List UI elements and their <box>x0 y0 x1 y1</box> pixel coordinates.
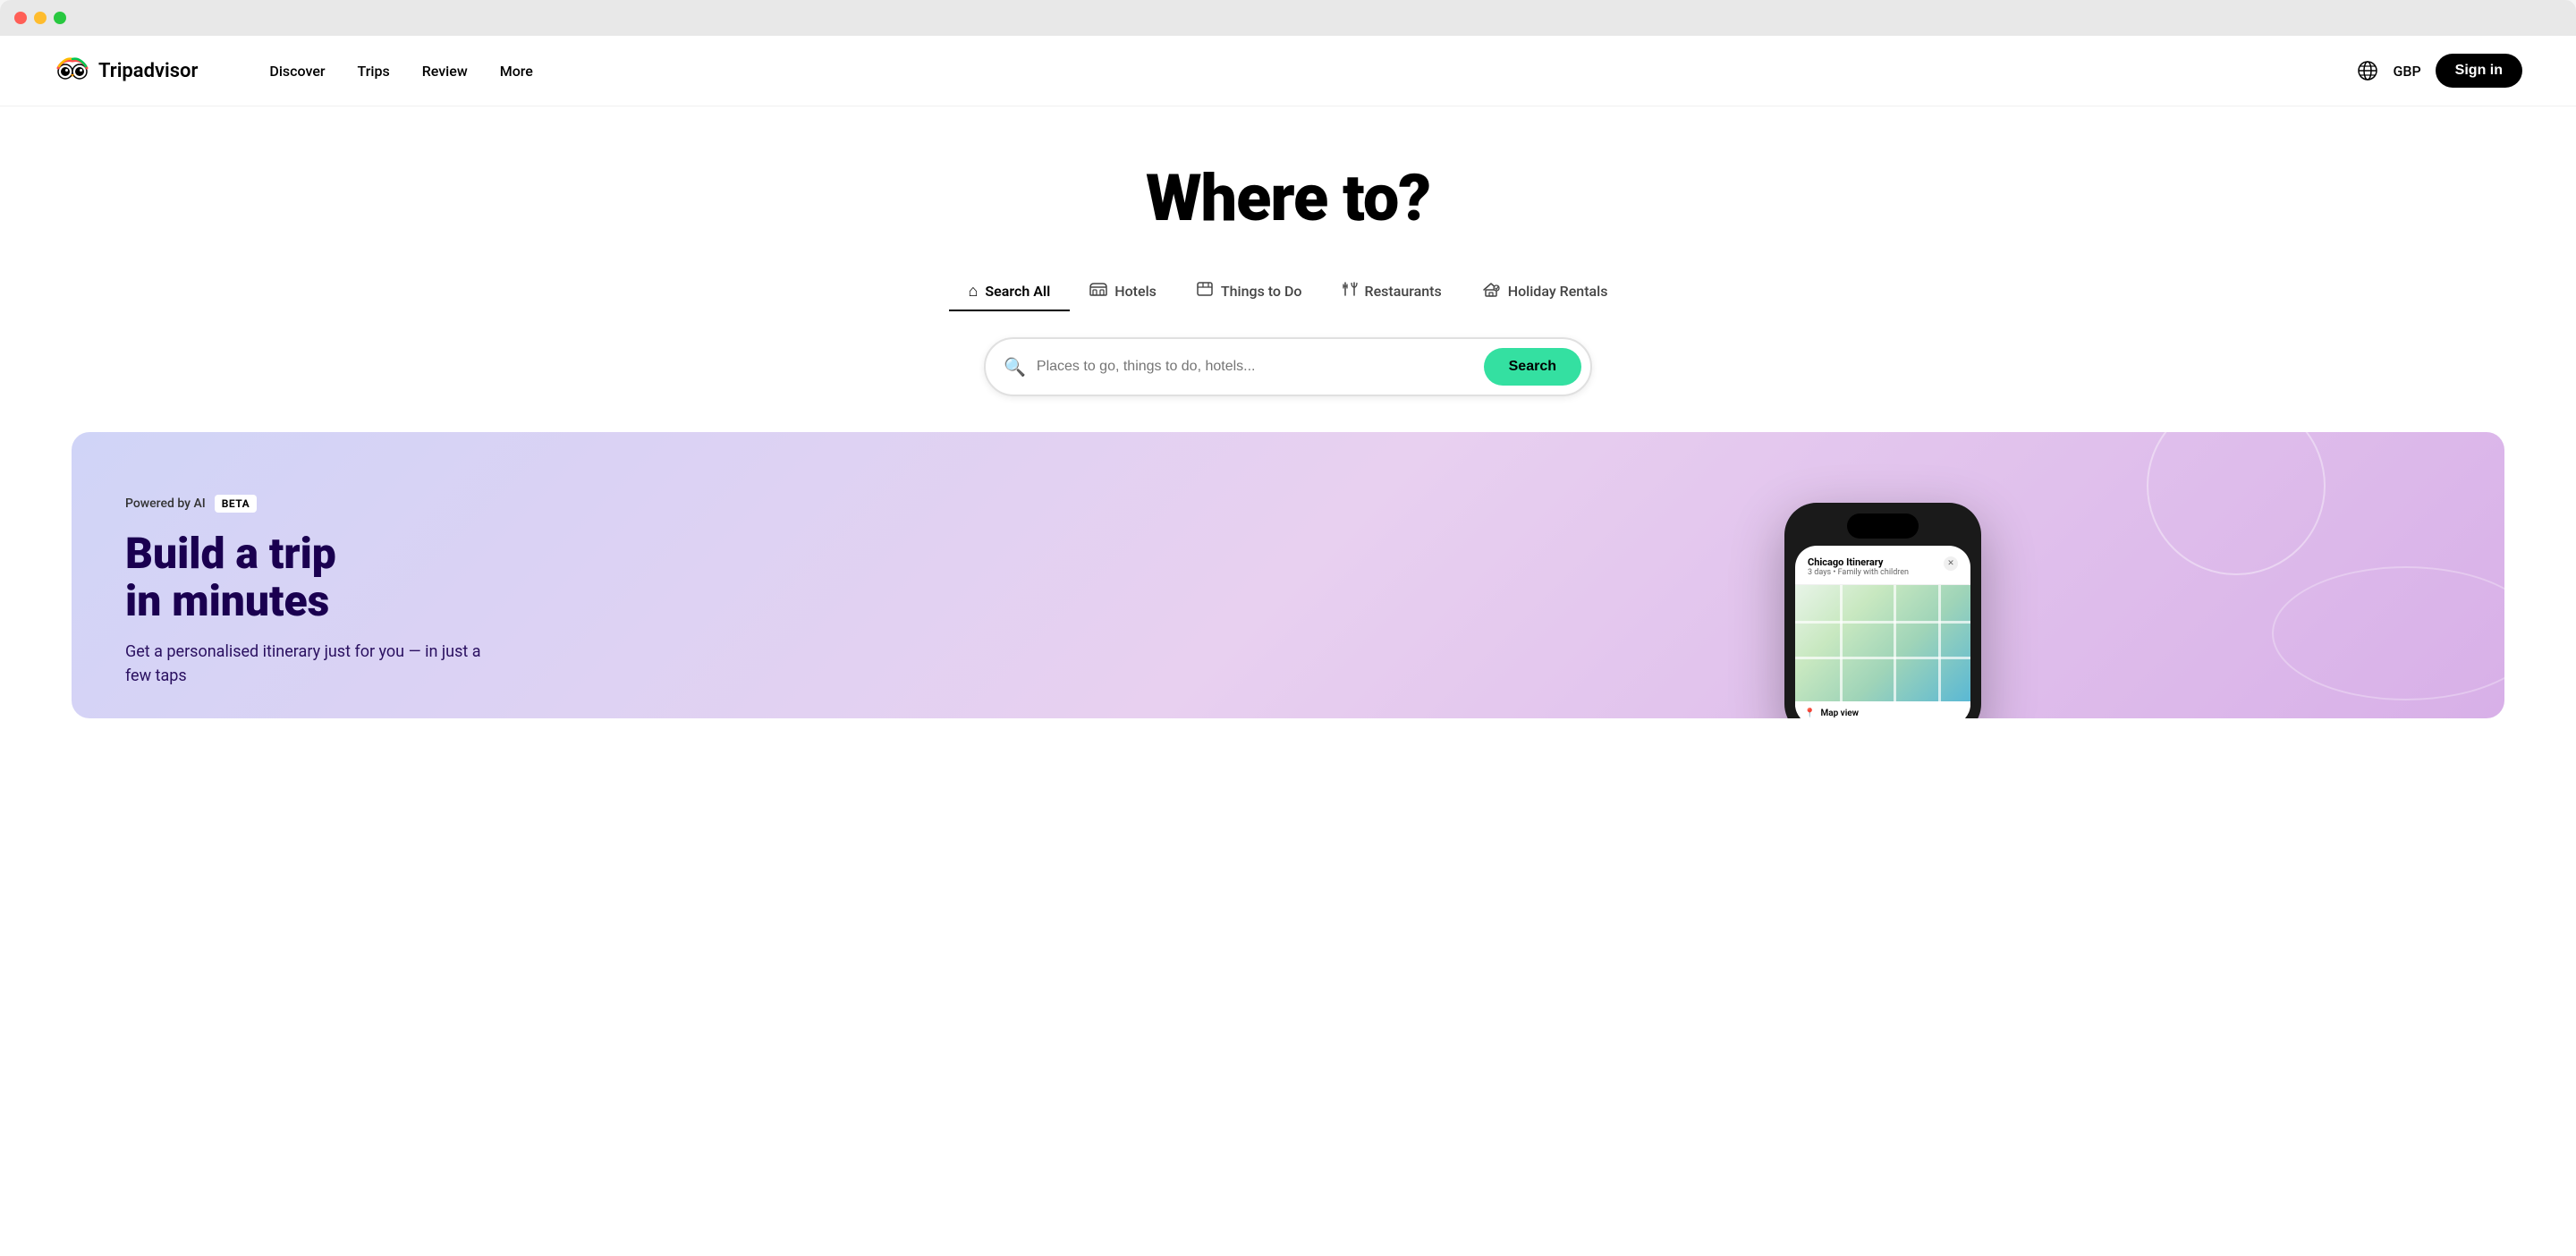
phone-mockup: Chicago Itinerary 3 days • Family with c… <box>1784 503 1981 718</box>
nav-links: Discover Trips Review More <box>269 63 2357 80</box>
search-input[interactable] <box>1037 359 1484 375</box>
map-road-h-2 <box>1795 657 1970 659</box>
phone-notch <box>1847 513 1919 539</box>
hotels-icon <box>1089 282 1107 301</box>
globe-icon[interactable] <box>2357 60 2378 81</box>
nav-discover[interactable]: Discover <box>269 63 325 80</box>
phone-screen-header: Chicago Itinerary 3 days • Family with c… <box>1795 546 1970 585</box>
ai-subtext: Get a personalised itinerary just for yo… <box>125 640 483 688</box>
tab-search-all[interactable]: ⌂ Search All <box>949 273 1071 311</box>
nav-right: GBP Sign in <box>2357 54 2522 88</box>
ai-banner-right: Chicago Itinerary 3 days • Family with c… <box>1315 486 2451 718</box>
map-pin-icon: 📍 <box>1804 709 1815 718</box>
phone-map <box>1795 585 1970 701</box>
nav-more[interactable]: More <box>500 63 533 80</box>
sign-in-button[interactable]: Sign in <box>2436 54 2522 88</box>
phone-screen: Chicago Itinerary 3 days • Family with c… <box>1795 546 1970 718</box>
tab-hotels-label: Hotels <box>1114 283 1157 300</box>
map-road-v-1 <box>1840 585 1843 701</box>
logo[interactable]: Tripadvisor <box>54 52 198 89</box>
search-magnifier-icon: 🔍 <box>1004 356 1026 378</box>
hero-title: Where to? <box>1146 160 1430 236</box>
search-bar: 🔍 Search <box>984 337 1592 396</box>
map-view-label: Map view <box>1820 709 1859 718</box>
tab-restaurants[interactable]: Restaurants <box>1322 272 1462 312</box>
tab-holiday-rentals-label: Holiday Rentals <box>1508 283 1608 300</box>
hero-section: Where to? ⌂ Search All Hotels <box>0 106 2576 432</box>
ai-headline-line1: Build a trip <box>125 528 336 579</box>
search-tabs: ⌂ Search All Hotels <box>949 272 1628 312</box>
search-button[interactable]: Search <box>1484 348 1581 386</box>
map-road-v-2 <box>1894 585 1896 701</box>
tab-hotels[interactable]: Hotels <box>1070 273 1176 311</box>
window-chrome <box>0 0 2576 36</box>
ai-headline-line2: in minutes <box>125 575 329 626</box>
beta-badge: BETA <box>215 495 257 513</box>
tab-search-all-label: Search All <box>985 283 1050 300</box>
phone-close-icon[interactable]: ✕ <box>1944 556 1958 571</box>
holiday-rentals-icon <box>1481 281 1501 301</box>
ai-banner-left: Powered by AI BETA Build a trip in minut… <box>125 486 1261 718</box>
map-road-v-3 <box>1938 585 1941 701</box>
tab-restaurants-label: Restaurants <box>1365 283 1442 300</box>
close-window-button[interactable] <box>14 12 27 24</box>
tab-things-to-do-label: Things to Do <box>1221 283 1302 300</box>
maximize-window-button[interactable] <box>54 12 66 24</box>
powered-by-text: Powered by AI <box>125 496 206 511</box>
tripadvisor-logo-icon <box>54 52 91 89</box>
ai-banner: Powered by AI BETA Build a trip in minut… <box>72 432 2504 718</box>
nav-trips[interactable]: Trips <box>358 63 390 80</box>
logo-text: Tripadvisor <box>98 60 198 82</box>
minimize-window-button[interactable] <box>34 12 47 24</box>
ai-headline: Build a trip in minutes <box>125 530 1261 625</box>
restaurants-icon <box>1342 281 1358 301</box>
tab-things-to-do[interactable]: Things to Do <box>1176 272 1322 312</box>
search-all-icon: ⌂ <box>969 282 979 301</box>
phone-map-footer[interactable]: 📍 Map view <box>1795 701 1970 718</box>
phone-itinerary-subtitle: 3 days • Family with children <box>1808 568 1909 577</box>
tab-holiday-rentals[interactable]: Holiday Rentals <box>1462 272 1628 312</box>
things-to-do-icon <box>1196 281 1214 301</box>
phone-itinerary-title: Chicago Itinerary <box>1808 556 1909 568</box>
page-wrapper: Tripadvisor Discover Trips Review More G… <box>0 36 2576 1256</box>
nav-review[interactable]: Review <box>422 63 468 80</box>
map-road-h-1 <box>1795 621 1970 624</box>
powered-by-ai: Powered by AI BETA <box>125 495 1261 513</box>
currency-selector[interactable]: GBP <box>2393 63 2420 80</box>
navbar: Tripadvisor Discover Trips Review More G… <box>0 36 2576 106</box>
